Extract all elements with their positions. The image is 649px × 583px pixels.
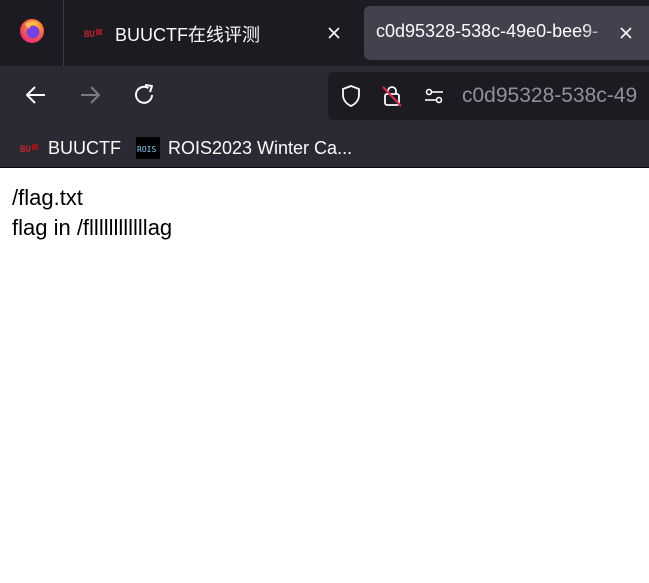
reload-icon bbox=[131, 82, 157, 113]
firefox-menu-button[interactable] bbox=[0, 0, 64, 66]
buuctf-logo-icon: BU bbox=[20, 139, 40, 157]
page-content: /flag.txt flag in /fllllllllllllag bbox=[0, 169, 649, 583]
bookmark-buuctf[interactable]: BU BUUCTF bbox=[20, 134, 121, 162]
tab-title: c0d95328-538c-49e0-bee9- bbox=[376, 21, 599, 41]
svg-text:BU: BU bbox=[20, 145, 31, 155]
bookmark-label: ROIS2023 Winter Ca... bbox=[168, 137, 353, 158]
url-bar[interactable]: c0d95328-538c-49 bbox=[328, 72, 649, 120]
back-arrow-icon bbox=[23, 82, 49, 113]
forward-arrow-icon bbox=[77, 82, 103, 113]
forward-button[interactable] bbox=[75, 82, 105, 112]
close-icon[interactable] bbox=[616, 23, 636, 43]
navigation-toolbar: c0d95328-538c-49 bbox=[0, 66, 649, 128]
svg-text:ROIS: ROIS bbox=[137, 145, 156, 154]
permissions-icon[interactable] bbox=[422, 84, 446, 108]
tab-buuctf[interactable]: BU BUUCTF在线评测 bbox=[70, 6, 355, 60]
bookmark-rois2023[interactable]: ROIS ROIS2023 Winter Ca... bbox=[136, 134, 352, 162]
bookmarks-toolbar: BU BUUCTF ROIS ROIS2023 Winter Ca... bbox=[0, 128, 649, 168]
back-button[interactable] bbox=[21, 82, 51, 112]
insecure-lock-icon[interactable] bbox=[380, 84, 404, 108]
tab-strip: BU BUUCTF在线评测 c0d95328-538c-49e0-bee9- bbox=[0, 0, 649, 66]
tab-active-page[interactable]: c0d95328-538c-49e0-bee9- bbox=[364, 6, 649, 60]
buuctf-logo-icon: BU bbox=[84, 24, 104, 42]
page-text-line: flag in /fllllllllllllag bbox=[12, 215, 173, 240]
reload-button[interactable] bbox=[129, 82, 159, 112]
page-text-line: /flag.txt bbox=[12, 185, 83, 210]
svg-text:BU: BU bbox=[84, 30, 95, 40]
firefox-logo-icon bbox=[19, 18, 45, 49]
rois-logo-icon: ROIS bbox=[136, 137, 160, 159]
tab-title: BUUCTF在线评测 bbox=[115, 25, 260, 45]
close-icon[interactable] bbox=[324, 23, 344, 43]
shield-icon[interactable] bbox=[339, 84, 363, 108]
bookmark-label: BUUCTF bbox=[48, 137, 121, 158]
tab-separator bbox=[63, 0, 64, 66]
url-text[interactable]: c0d95328-538c-49 bbox=[462, 84, 637, 108]
